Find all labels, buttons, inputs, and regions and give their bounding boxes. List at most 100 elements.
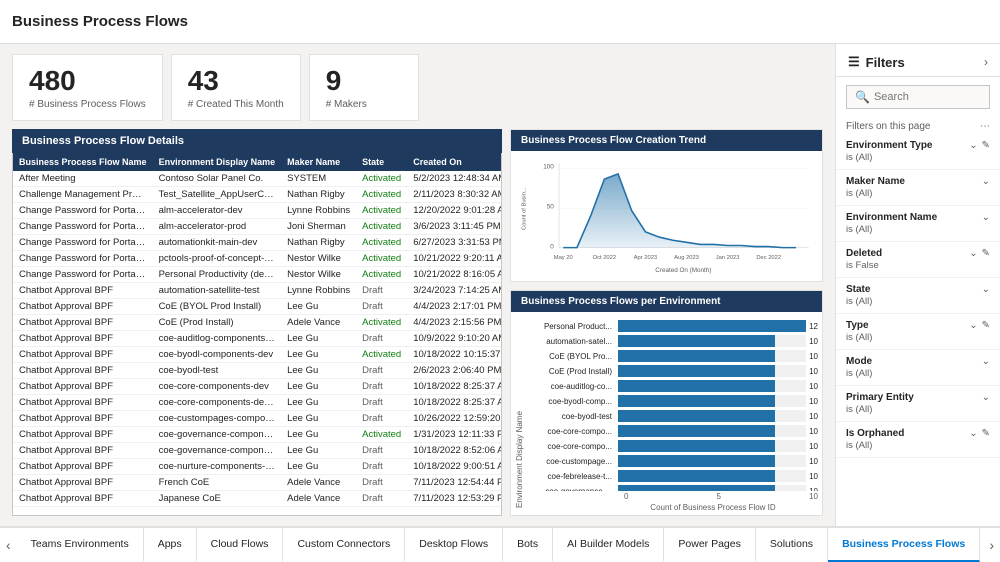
bar-value: 10 xyxy=(806,382,818,391)
bar-value: 10 xyxy=(806,397,818,406)
filter-edit-icon[interactable]: ✎ xyxy=(982,428,990,439)
filter-item[interactable]: Environment Type⌄✎is (All) xyxy=(836,134,1000,170)
filters-search-input[interactable] xyxy=(874,91,981,103)
table-header-row: Business Process Flow Name Environment D… xyxy=(13,153,502,171)
table-row[interactable]: Chatbot Approval BPFJapanese CoEAdele Va… xyxy=(13,491,502,507)
table-cell: coe-core-components-dev xyxy=(153,379,282,395)
table-row[interactable]: Chatbot Approval BPFcoe-core-components-… xyxy=(13,395,502,411)
tab-item-apps[interactable]: Apps xyxy=(144,528,197,562)
table-row[interactable]: Chatbot Approval BPFcoe-byodl-testLee Gu… xyxy=(13,363,502,379)
tab-item-desktop-flows[interactable]: Desktop Flows xyxy=(405,528,503,562)
tab-prev[interactable]: ‹ xyxy=(0,528,17,562)
filter-chevron-icon[interactable]: ⌄ xyxy=(969,248,977,259)
bar-label: automation-satel... xyxy=(528,337,618,346)
table-row[interactable]: Chatbot Approval BPFcoe-byodl-components… xyxy=(13,347,502,363)
table-cell: Activated xyxy=(356,219,407,235)
table-row[interactable]: Change Password for Portals Contactautom… xyxy=(13,235,502,251)
tab-item-business-process-flows[interactable]: Business Process Flows xyxy=(828,528,980,562)
filter-edit-icon[interactable]: ✎ xyxy=(982,320,990,331)
filter-item[interactable]: Is Orphaned⌄✎is (All) xyxy=(836,422,1000,458)
trend-chart-body: 100 50 0 xyxy=(511,151,822,281)
tab-item-solutions[interactable]: Solutions xyxy=(756,528,828,562)
table-row[interactable]: Chatbot Approval BPFautomation-satellite… xyxy=(13,283,502,299)
filter-name: Is Orphaned xyxy=(846,428,904,439)
page-title: Business Process Flows xyxy=(12,13,188,30)
bar-outer xyxy=(618,425,806,437)
table-cell: Lee Gu xyxy=(281,459,356,475)
tab-next[interactable]: › xyxy=(983,528,1000,562)
table-row[interactable]: Change Password for Portals Contactalm-a… xyxy=(13,203,502,219)
filters-more-icon[interactable]: ⋯ xyxy=(980,121,990,132)
filter-icons: ⌄✎ xyxy=(969,428,990,439)
filter-item-header: Type⌄✎ xyxy=(846,320,990,331)
table-cell: 2/6/2023 2:06:40 PM xyxy=(407,363,502,379)
filter-item[interactable]: Mode⌄is (All) xyxy=(836,350,1000,386)
table-row[interactable]: Chatbot Approval BPFCoE (BYOL Prod Insta… xyxy=(13,299,502,315)
table-row[interactable]: Chatbot Approval BPFcoe-custompages-comp… xyxy=(13,411,502,427)
filter-item[interactable]: State⌄is (All) xyxy=(836,278,1000,314)
bar-outer xyxy=(618,335,806,347)
table-cell: Chatbot Approval BPF xyxy=(13,395,153,411)
svg-text:Dec 2022: Dec 2022 xyxy=(756,255,781,261)
bar-chart-title: Business Process Flows per Environment xyxy=(511,291,822,312)
kpi-label-0: # Business Process Flows xyxy=(29,99,146,110)
table-row[interactable]: Chatbot Approval BPFCoE (Prod Install)Ad… xyxy=(13,315,502,331)
table-row[interactable]: Change Password for Portals Contactalm-a… xyxy=(13,219,502,235)
table-row[interactable]: Challenge Management ProcessTest_Satelli… xyxy=(13,187,502,203)
table-row[interactable]: Chatbot Approval BPFcoe-core-components-… xyxy=(13,379,502,395)
filters-search-box[interactable]: 🔍 xyxy=(846,85,990,109)
table-cell: CoE (Prod Install) xyxy=(153,315,282,331)
table-cell: automation-satellite-test xyxy=(153,283,282,299)
table-row[interactable]: Change Password for Portals ContactPerso… xyxy=(13,267,502,283)
filter-edit-icon[interactable]: ✎ xyxy=(982,140,990,151)
filter-item-header: State⌄ xyxy=(846,284,990,295)
tab-item-teams-environments[interactable]: Teams Environments xyxy=(17,528,144,562)
tab-item-custom-connectors[interactable]: Custom Connectors xyxy=(283,528,405,562)
tab-item-bots[interactable]: Bots xyxy=(503,528,553,562)
table-cell: Test_Satellite_AppUserCreation xyxy=(153,187,282,203)
table-row[interactable]: Chatbot Approval BPFFrench CoEAdele Vanc… xyxy=(13,475,502,491)
filter-item[interactable]: Deleted⌄✎is False xyxy=(836,242,1000,278)
filter-item[interactable]: Environment Name⌄is (All) xyxy=(836,206,1000,242)
table-row[interactable]: Change Password for Portals Contactpctoo… xyxy=(13,251,502,267)
table-cell: Japanese CoE xyxy=(153,491,282,507)
tab-item-power-pages[interactable]: Power Pages xyxy=(664,528,755,562)
filters-on-page-label: Filters on this page ⋯ xyxy=(836,117,1000,134)
filter-chevron-icon[interactable]: ⌄ xyxy=(969,320,977,331)
col-env: Environment Display Name xyxy=(153,153,282,171)
table-container[interactable]: Business Process Flow Name Environment D… xyxy=(12,153,502,516)
bar-value: 10 xyxy=(806,367,818,376)
table-row[interactable]: Chatbot Approval BPFcoe-governance-compo… xyxy=(13,443,502,459)
filter-icons: ⌄ xyxy=(982,356,990,367)
svg-text:Oct 2022: Oct 2022 xyxy=(593,255,616,261)
table-cell: Change Password for Portals Contact xyxy=(13,251,153,267)
tab-item-cloud-flows[interactable]: Cloud Flows xyxy=(197,528,284,562)
filter-chevron-icon[interactable]: ⌄ xyxy=(982,176,990,187)
filter-chevron-icon[interactable]: ⌄ xyxy=(969,140,977,151)
table-row[interactable]: Chatbot Approval BPFcoe-nurture-componen… xyxy=(13,459,502,475)
filter-edit-icon[interactable]: ✎ xyxy=(982,248,990,259)
table-row[interactable]: Chatbot Approval BPFcoe-governance-compo… xyxy=(13,427,502,443)
kpi-number-0: 480 xyxy=(29,65,146,97)
filters-expand-icon[interactable]: › xyxy=(984,55,988,69)
filter-item[interactable]: Maker Name⌄is (All) xyxy=(836,170,1000,206)
bar-row: coe-custompage...10 xyxy=(528,455,818,467)
table-row[interactable]: Chatbot Approval BPFcoe-auditlog-compone… xyxy=(13,331,502,347)
filter-chevron-icon[interactable]: ⌄ xyxy=(982,392,990,403)
filter-value: is (All) xyxy=(846,296,990,307)
bpf-table: Business Process Flow Name Environment D… xyxy=(13,153,502,507)
table-cell: Chatbot Approval BPF xyxy=(13,379,153,395)
table-cell: 2/11/2023 8:30:32 AM xyxy=(407,187,502,203)
filter-chevron-icon[interactable]: ⌄ xyxy=(982,356,990,367)
filter-name: Maker Name xyxy=(846,176,905,187)
filter-item[interactable]: Type⌄✎is (All) xyxy=(836,314,1000,350)
bar-inner xyxy=(618,440,775,452)
table-row[interactable]: After MeetingContoso Solar Panel Co.SYST… xyxy=(13,171,502,187)
filter-item[interactable]: Primary Entity⌄is (All) xyxy=(836,386,1000,422)
filter-chevron-icon[interactable]: ⌄ xyxy=(969,428,977,439)
tab-item-ai-builder-models[interactable]: AI Builder Models xyxy=(553,528,664,562)
bar-chart-content[interactable]: Personal Product...12automation-satel...… xyxy=(528,316,818,491)
bar-outer xyxy=(618,395,806,407)
filter-chevron-icon[interactable]: ⌄ xyxy=(982,212,990,223)
filter-chevron-icon[interactable]: ⌄ xyxy=(982,284,990,295)
